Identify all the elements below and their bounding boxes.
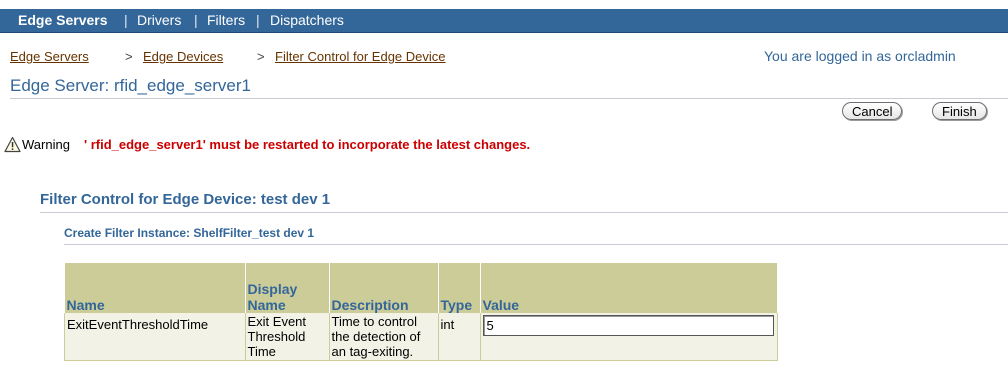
cancel-button[interactable]: Cancel (842, 102, 903, 120)
warning-label: Warning (22, 137, 70, 152)
column-header-value: Value (480, 263, 778, 313)
table-row: ExitEventThresholdTime Exit Event Thresh… (64, 313, 778, 361)
column-header-description: Description (329, 263, 439, 313)
cell-name: ExitEventThresholdTime (64, 313, 246, 361)
subsection-title: Create Filter Instance: ShelfFilter_test… (64, 226, 315, 240)
column-header-display-name: Display Name (245, 263, 330, 313)
cell-description: Time to control the detection of an tag-… (329, 313, 439, 361)
page-title: Edge Server: rfid_edge_server1 (10, 76, 251, 95)
top-navigation-bar: Edge Servers | Drivers | Filters | Dispa… (0, 9, 1008, 33)
section-title: Filter Control for Edge Device: test dev… (40, 191, 331, 208)
warning-message: ' rfid_edge_server1' must be restarted t… (84, 137, 531, 152)
column-header-name: Name (64, 263, 246, 313)
divider (10, 98, 1008, 99)
cell-type: int (438, 313, 481, 361)
warning-triangle-icon (4, 136, 21, 153)
column-header-type: Type (438, 263, 481, 313)
breadcrumb-edge-devices[interactable]: Edge Devices (143, 49, 223, 64)
finish-button[interactable]: Finish (932, 102, 987, 120)
breadcrumb-filter-control[interactable]: Filter Control for Edge Device (275, 49, 446, 64)
nav-separator: | (194, 12, 198, 28)
breadcrumb-separator: > (257, 49, 265, 64)
nav-tab-edge-servers[interactable]: Edge Servers (18, 12, 108, 28)
divider (64, 244, 1008, 245)
nav-separator: | (124, 12, 128, 28)
nav-tab-dispatchers[interactable]: Dispatchers (270, 12, 344, 28)
nav-tab-drivers[interactable]: Drivers (137, 12, 181, 28)
breadcrumb-separator: > (125, 49, 133, 64)
value-input[interactable] (482, 315, 774, 336)
cell-value (480, 313, 778, 361)
divider (40, 212, 1008, 213)
cell-display-name: Exit Event Threshold Time (245, 313, 330, 361)
breadcrumb-edge-servers[interactable]: Edge Servers (10, 49, 89, 64)
table-header-row: Name Display Name Description Type Value (64, 263, 778, 313)
logged-in-status: You are logged in as orcladmin (764, 48, 956, 64)
nav-separator: | (256, 12, 260, 28)
filter-parameters-table: Name Display Name Description Type Value… (64, 263, 778, 361)
nav-tab-filters[interactable]: Filters (207, 12, 245, 28)
